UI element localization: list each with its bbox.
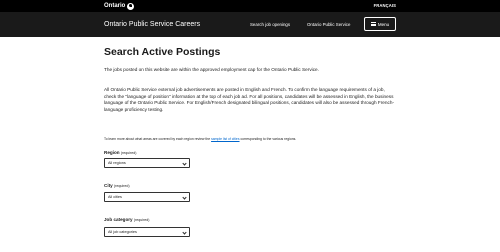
region-label: Region (required) (104, 150, 136, 156)
region-select[interactable]: All regions (104, 158, 190, 168)
sample-cities-link[interactable]: sample list of cities (211, 137, 239, 141)
job-category-label: Job category (required) (104, 217, 149, 223)
city-select[interactable]: All cities (104, 192, 190, 202)
chevron-down-icon (182, 194, 187, 200)
ontario-logo[interactable]: Ontario (104, 2, 135, 10)
ontario-logo-text: Ontario (104, 3, 126, 9)
city-select-value: All cities (108, 195, 122, 199)
ontario-top-bar: Ontario FRANÇAIS (0, 0, 500, 12)
trillium-icon (127, 2, 135, 10)
region-label-text: Region (104, 150, 120, 155)
chevron-down-icon (182, 160, 187, 166)
hamburger-icon (370, 22, 376, 26)
job-category-label-text: Job category (104, 217, 133, 222)
region-required-text: (required) (120, 151, 137, 155)
chevron-down-icon (182, 229, 187, 235)
site-title-link[interactable]: Ontario Public Service Careers (104, 19, 200, 30)
nav-search-job-openings[interactable]: Search job openings (250, 19, 290, 30)
menu-button-label: Menu (377, 21, 390, 27)
region-note: To learn more about what areas are cover… (104, 137, 396, 142)
region-select-value: All regions (108, 161, 126, 165)
city-required-text: (required) (113, 184, 130, 188)
city-label: City (required) (104, 183, 130, 189)
page-title: Search Active Postings (104, 46, 221, 58)
menu-button[interactable]: Menu (364, 17, 396, 31)
job-category-required-text: (required) (133, 218, 150, 222)
site-header: Ontario Public Service Careers Search jo… (0, 12, 500, 37)
job-category-select-value: All job categories (108, 230, 137, 234)
nav-ontario-public-service[interactable]: Ontario Public Service (307, 19, 350, 30)
city-label-text: City (104, 183, 113, 188)
language-toggle-link[interactable]: FRANÇAIS (374, 2, 396, 10)
region-note-before: To learn more about what areas are cover… (104, 137, 212, 141)
region-note-after: corresponding to the various regions. (239, 137, 297, 141)
intro-paragraph: The jobs posted on this website are with… (104, 67, 319, 72)
language-notice-paragraph: All Ontario Public Service external job … (104, 87, 395, 112)
job-category-select[interactable]: All job categories (104, 227, 190, 237)
